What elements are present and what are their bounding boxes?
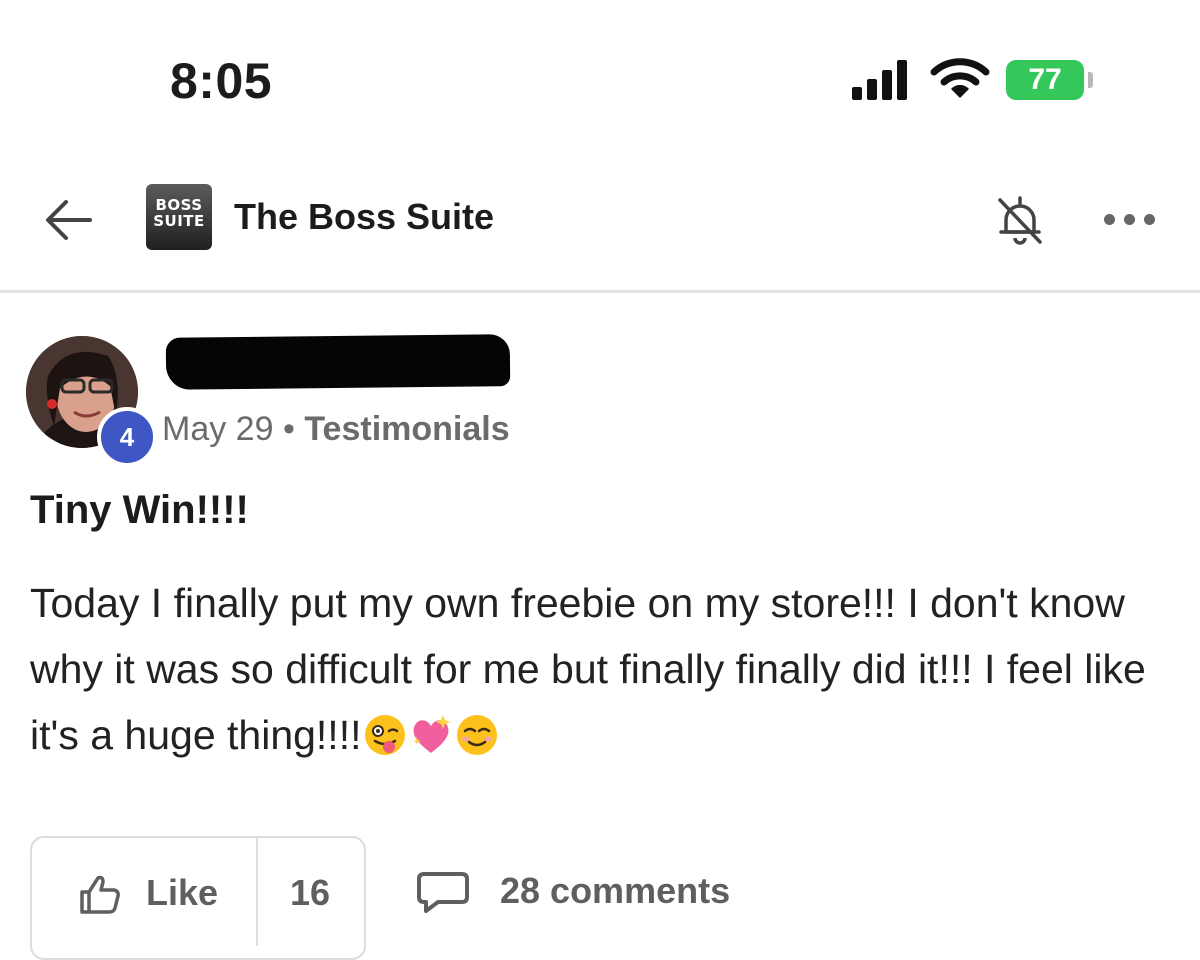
post-date: May 29 xyxy=(162,410,274,448)
group-logo-text-bottom: SUITE xyxy=(153,212,205,230)
post-body: Today I finally put my own freebie on my… xyxy=(30,570,1160,768)
level-badge: 4 xyxy=(97,407,157,467)
battery-icon: 77 xyxy=(1006,60,1084,100)
status-bar: 8:05 77 xyxy=(0,0,1200,150)
post-body-text: Today I finally put my own freebie on my… xyxy=(30,580,1146,758)
status-time: 8:05 xyxy=(170,53,273,109)
like-label: Like xyxy=(146,872,219,913)
smiling-face-icon xyxy=(457,715,498,755)
comments-count-label: 28 comments xyxy=(500,870,731,911)
sparkling-heart-icon xyxy=(413,715,451,753)
like-control: Like 16 xyxy=(30,836,366,960)
like-count[interactable]: 16 xyxy=(290,872,330,914)
thumbs-up-icon xyxy=(80,875,120,914)
group-name[interactable]: The Boss Suite xyxy=(234,196,494,238)
winking-face-with-tongue-icon xyxy=(365,715,406,755)
bell-muted-icon[interactable] xyxy=(990,190,1050,250)
cellular-signal-icon xyxy=(852,60,912,100)
post-category[interactable]: Testimonials xyxy=(304,410,509,448)
wifi-icon xyxy=(930,58,990,98)
more-dots-icon[interactable] xyxy=(1100,196,1162,236)
like-button[interactable]: Like xyxy=(32,838,258,946)
meta-separator: • xyxy=(282,410,295,448)
battery-cap xyxy=(1088,72,1093,88)
comment-bubble-icon xyxy=(417,872,469,913)
battery-level: 77 xyxy=(1028,63,1062,96)
group-header: BOSS SUITE The Boss Suite xyxy=(0,160,1200,293)
group-logo[interactable]: BOSS SUITE xyxy=(146,184,212,250)
arrow-left-icon[interactable] xyxy=(38,190,98,250)
post-title: Tiny Win!!!! xyxy=(30,488,249,532)
redacted-author-name xyxy=(165,334,511,390)
post-meta: May 29 • Testimonials xyxy=(162,410,510,449)
